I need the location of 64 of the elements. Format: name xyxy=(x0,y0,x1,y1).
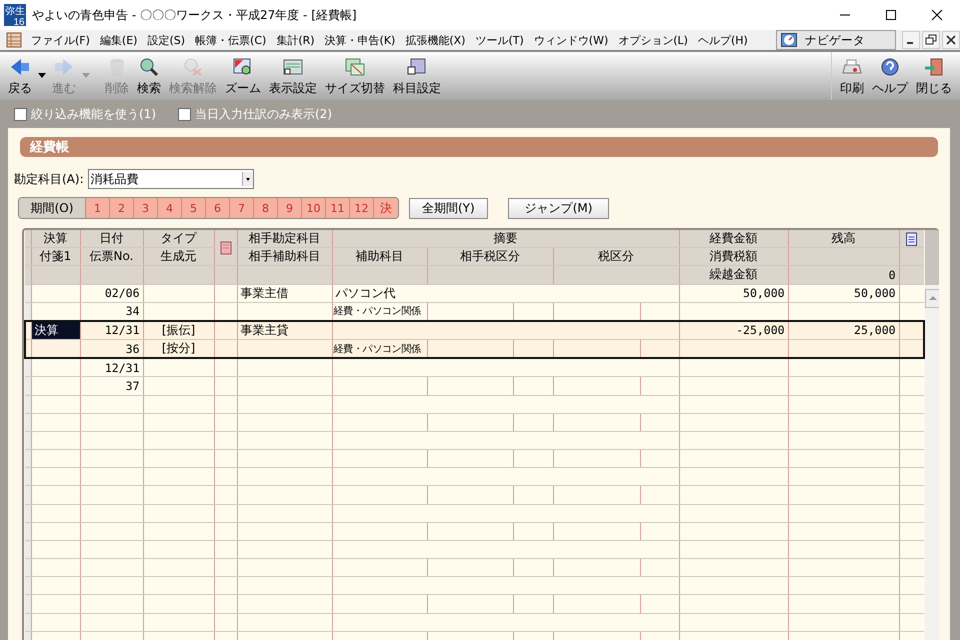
table-cell: 0 xyxy=(788,266,900,284)
column-header: 付箋1 xyxy=(31,248,80,266)
table-cell: -25,000 xyxy=(679,320,788,340)
menu-item[interactable]: 集計(R) xyxy=(271,32,320,48)
menu-item[interactable]: ファイル(F) xyxy=(26,32,95,48)
navigator-button[interactable]: ナビゲータ xyxy=(776,30,896,50)
table-cell: パソコン代 xyxy=(332,284,680,302)
checkbox-label: 絞り込み機能を使う(1) xyxy=(31,106,156,122)
table-cell: 12/31 xyxy=(80,358,143,377)
menu-item[interactable]: ヘルプ(H) xyxy=(692,32,753,48)
menu-item[interactable]: ウィンドウ(W) xyxy=(528,32,614,48)
table-cell: 37 xyxy=(80,376,143,396)
table-cell: 事業主借 xyxy=(237,284,332,302)
toolbar-button[interactable]: 閉じる xyxy=(912,57,956,97)
column-header: タイプ xyxy=(143,230,214,248)
column-header: 決算 xyxy=(31,230,80,248)
menu-item[interactable]: 編集(E) xyxy=(94,32,142,48)
menu-item[interactable]: オプション(L) xyxy=(613,32,693,48)
table-cell: 50,000 xyxy=(679,284,788,302)
column-header: 生成元 xyxy=(143,248,214,266)
menu-item[interactable]: 設定(S) xyxy=(142,32,190,48)
table-cell: [振伝] xyxy=(143,320,214,340)
toolbar-button[interactable]: 検索 xyxy=(133,57,165,97)
column-header: 相手税区分 xyxy=(427,248,553,266)
toolbar-button[interactable]: 印刷 xyxy=(836,57,868,97)
table-cell: 12/31 xyxy=(80,320,143,340)
column-header: 経費金額 xyxy=(679,230,788,248)
menu-item[interactable]: ツール(T) xyxy=(470,32,529,48)
table-cell: 02/06 xyxy=(80,284,143,302)
column-header: 税区分 xyxy=(553,248,680,266)
column-header: 伝票No. xyxy=(80,248,143,266)
toolbar-button[interactable]: 戻る xyxy=(4,57,36,97)
column-header: 相手勘定科目 xyxy=(237,230,332,248)
checkbox-label: 当日入力仕訳のみ表示(2) xyxy=(195,106,332,122)
app-logo: 弥生 16 xyxy=(4,4,26,26)
column-header: 相手補助科目 xyxy=(237,248,332,266)
field-label: 勘定科目(A): xyxy=(14,170,84,188)
action-button[interactable]: ジャンプ(M) xyxy=(508,198,610,218)
toolbar-button[interactable]: 科目設定 xyxy=(389,57,445,97)
column-header: 消費税額 xyxy=(679,248,788,266)
column-header: 補助科目 xyxy=(332,248,427,266)
column-header: 繰越金額 xyxy=(679,266,788,284)
panel-title: 経費帳 xyxy=(20,137,938,157)
toolbar-button[interactable]: ヘルプ xyxy=(868,57,912,97)
toolbar-button[interactable]: 表示設定 xyxy=(265,57,321,97)
menu-item[interactable]: 帳簿・伝票(C) xyxy=(190,32,272,48)
column-header: 摘要 xyxy=(332,230,680,248)
column-header: 残高 xyxy=(788,230,900,248)
table-cell: 25,000 xyxy=(788,320,900,340)
table-cell: [按分] xyxy=(143,340,214,358)
window-title: やよいの青色申告 - 〇〇〇ワークス・平成27年度 - [経費帳] xyxy=(32,6,358,24)
column-header: 日付 xyxy=(80,230,143,248)
table-cell: 決算 xyxy=(31,320,80,340)
table-cell: 事業主貸 xyxy=(237,320,332,340)
menu-item[interactable]: 決算・申告(K) xyxy=(320,32,400,48)
table-cell: 36 xyxy=(80,340,143,358)
table-cell: 経費・パソコン関係 xyxy=(332,340,427,358)
action-button[interactable]: 全期間(Y) xyxy=(409,198,488,218)
toolbar-button[interactable]: サイズ切替 xyxy=(321,57,389,97)
table-cell: 50,000 xyxy=(788,284,900,302)
toolbar-button[interactable]: ズーム xyxy=(221,57,265,97)
account-dropdown[interactable]: 消耗品費 xyxy=(88,169,254,189)
period-label: 期間(O) xyxy=(19,198,86,218)
menu-item[interactable]: 拡張機能(X) xyxy=(400,32,470,48)
